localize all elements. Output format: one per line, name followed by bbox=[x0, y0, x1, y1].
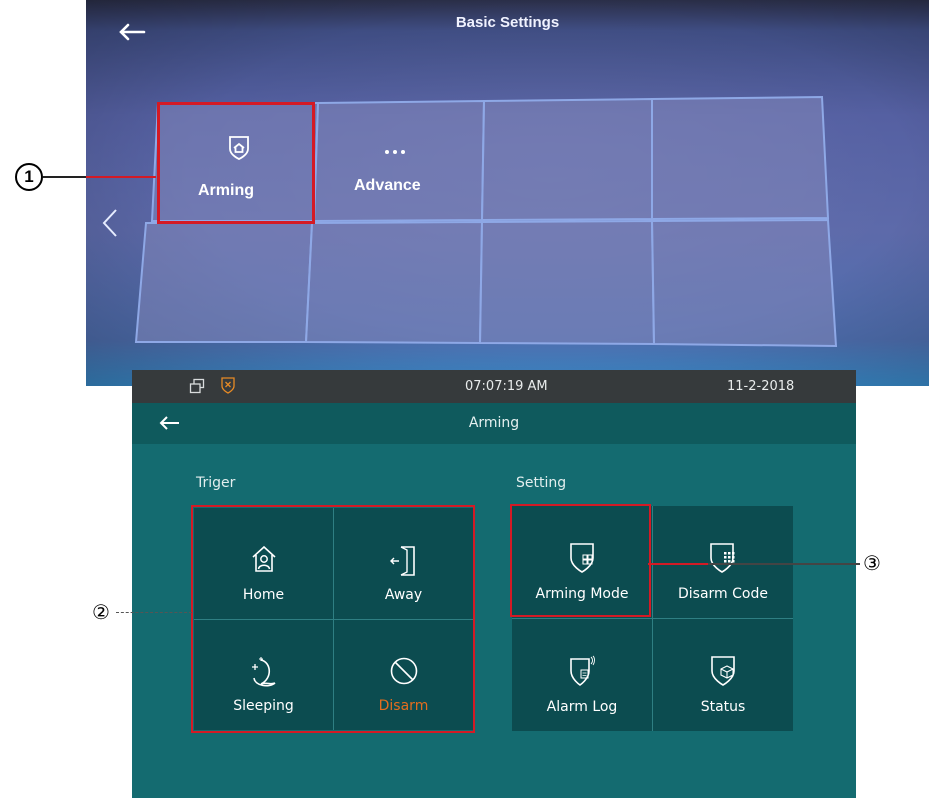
callout-1-line bbox=[43, 176, 86, 178]
tile-empty-5 bbox=[134, 222, 314, 343]
arming-screen: 07:07:19 AM 11-2-2018 Arming Triger Sett… bbox=[132, 370, 856, 798]
callout-2: ② bbox=[92, 600, 110, 624]
disarm-code-button[interactable]: Disarm Code bbox=[653, 506, 793, 618]
tile-empty-8 bbox=[650, 218, 838, 348]
title-bar: Arming bbox=[132, 403, 856, 444]
tile-label-advance[interactable]: Advance bbox=[354, 177, 421, 195]
callout-1: 1 bbox=[15, 163, 43, 191]
page-title: Basic Settings bbox=[455, 14, 560, 31]
basic-settings-photo: Basic Settings Arming Advance bbox=[86, 0, 929, 386]
alarm-log-label: Alarm Log bbox=[546, 699, 618, 715]
status-button[interactable]: Status bbox=[653, 619, 793, 731]
status-label: Status bbox=[700, 699, 746, 715]
highlight-arming bbox=[157, 102, 315, 224]
triger-section-label: Triger bbox=[196, 475, 236, 491]
tile-empty-4 bbox=[651, 95, 830, 221]
highlight-arming-mode bbox=[510, 504, 651, 617]
status-bar: 07:07:19 AM 11-2-2018 bbox=[132, 370, 856, 403]
callout-1-line-red bbox=[86, 176, 156, 178]
more-dots-icon bbox=[385, 150, 405, 154]
status-time: 07:07:19 AM bbox=[465, 379, 548, 394]
callout-2-line bbox=[116, 612, 192, 613]
tile-empty-3 bbox=[480, 97, 653, 222]
shield-log-icon bbox=[570, 655, 595, 686]
tile-empty-7 bbox=[478, 219, 656, 346]
alarm-shield-icon bbox=[221, 377, 235, 394]
windows-icon bbox=[189, 378, 205, 394]
highlight-triger bbox=[191, 505, 475, 733]
tile-empty-6 bbox=[304, 220, 484, 345]
alarm-log-button[interactable]: Alarm Log bbox=[512, 619, 652, 731]
screen-title: Arming bbox=[468, 415, 520, 431]
chevron-left-icon[interactable] bbox=[100, 208, 120, 238]
status-date: 11-2-2018 bbox=[727, 379, 795, 394]
callout-3: ③ bbox=[863, 551, 881, 575]
shield-cube-icon bbox=[711, 656, 735, 686]
shield-keypad-icon bbox=[710, 543, 735, 573]
disarm-code-label: Disarm Code bbox=[678, 586, 768, 602]
callout-3-line-red bbox=[648, 563, 708, 565]
tile-advance bbox=[312, 99, 486, 223]
setting-section-label: Setting bbox=[516, 475, 567, 491]
